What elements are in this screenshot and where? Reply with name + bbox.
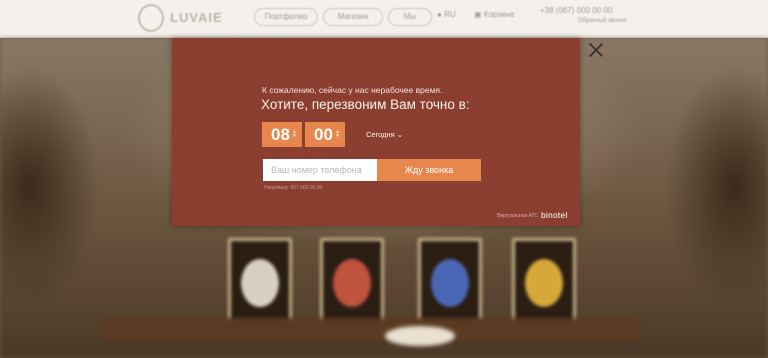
closed-hours-message: К сожалению, сейчас у нас нерабочее врем…: [262, 85, 443, 95]
phone-input[interactable]: [262, 159, 377, 181]
minutes-stepper[interactable]: 00 ▲ ▼: [305, 122, 345, 147]
phone-format-hint: Например: 067 000 00 00: [264, 185, 323, 191]
callback-question: Хотите, перезвоним Вам точно в:: [261, 97, 470, 112]
stepper-arrows-icon[interactable]: ▲ ▼: [335, 130, 340, 139]
callback-overlay: К сожалению, сейчас у нас нерабочее врем…: [0, 0, 768, 358]
close-icon[interactable]: [588, 42, 604, 58]
binotel-logo[interactable]: binotel: [541, 210, 567, 220]
powered-by-label: Виртуальная АТС: [497, 213, 539, 219]
hours-stepper[interactable]: 08 ▲ ▼: [262, 122, 302, 147]
request-call-button[interactable]: Жду звонка: [377, 159, 481, 181]
day-select-value: Сегодня: [366, 130, 395, 139]
day-select[interactable]: Сегодня ⌄: [366, 130, 403, 139]
minutes-value: 00: [314, 125, 333, 144]
stepper-arrows-icon[interactable]: ▲ ▼: [292, 130, 297, 139]
hours-value: 08: [271, 125, 290, 144]
chevron-down-icon: ⌄: [396, 130, 404, 139]
